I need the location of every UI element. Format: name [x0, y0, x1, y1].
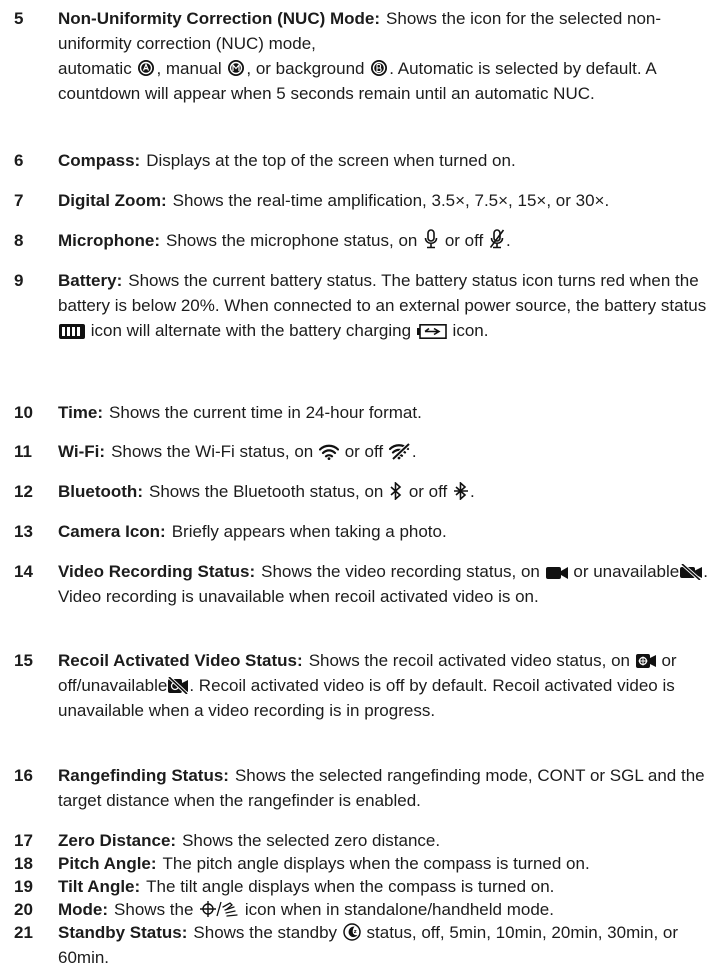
- item-term: Battery:: [58, 271, 123, 290]
- item-description: Mode: Shows the icon when in standalone/h…: [58, 897, 722, 922]
- item-description: Battery: Shows the current battery status…: [58, 268, 722, 343]
- item-description: Pitch Angle: The pitch angle displays whe…: [58, 851, 722, 876]
- item-number: 13: [14, 522, 33, 541]
- manual-page: 5 Non-Uniformity Correction (NUC) Mode: S…: [0, 0, 728, 980]
- item-text: The tilt angle displays when the compass…: [146, 877, 555, 896]
- item-term: Non-Uniformity Correction (NUC) Mode:: [58, 9, 381, 28]
- item-description: Compass: Displays at the top of the scree…: [58, 148, 722, 173]
- bluetooth-on-icon: [390, 482, 402, 500]
- item-term: Zero Distance:: [58, 831, 177, 850]
- item-number: 19: [14, 877, 33, 896]
- item-term: Pitch Angle:: [58, 854, 157, 873]
- nuc-automatic-icon: [138, 60, 155, 76]
- item-description: Wi-Fi: Shows the Wi-Fi status, on or off …: [58, 439, 722, 464]
- item-description: Digital Zoom: Shows the real-time amplifi…: [58, 188, 722, 213]
- item-term: Recoil Activated Video Status:: [58, 651, 303, 670]
- video-camera-icon: [545, 567, 568, 579]
- item-text: Shows the Bluetooth status, on: [148, 482, 384, 501]
- item-number: 5: [14, 9, 24, 28]
- video-camera-off-icon: [680, 564, 703, 580]
- item-description: Time: Shows the current time in 24-hour f…: [58, 400, 722, 425]
- item-number: 6: [14, 151, 24, 170]
- microphone-off-icon: [489, 229, 505, 249]
- item-text: Displays at the top of the screen when t…: [146, 151, 516, 170]
- wifi-off-icon: [388, 443, 411, 460]
- item-number: 17: [14, 831, 33, 850]
- battery-charging-icon: [416, 324, 447, 339]
- item-description: Recoil Activated Video Status: Shows the …: [58, 648, 722, 723]
- item-text: .: [506, 231, 511, 250]
- item-text: or unavailable: [573, 562, 680, 581]
- item-number: 9: [14, 271, 24, 290]
- item-number: 8: [14, 231, 24, 250]
- item-term: Compass:: [58, 151, 141, 170]
- item-description: Standby Status: Shows the standby z statu…: [58, 920, 722, 970]
- recoil-video-off-icon: [168, 677, 189, 694]
- item-text: .: [411, 442, 417, 461]
- item-text: , manual: [156, 59, 222, 78]
- item-description: Microphone: Shows the microphone status, …: [58, 228, 722, 253]
- item-text: The pitch angle displays when the compas…: [162, 854, 590, 873]
- item-term: Digital Zoom:: [58, 191, 167, 210]
- item-text: Shows the selected zero distance.: [182, 831, 441, 850]
- item-text: icon.: [452, 321, 489, 340]
- item-text: Shows the current battery status. The ba…: [58, 271, 707, 315]
- standalone-handheld-mode-icon: [200, 901, 238, 917]
- item-text: Shows the standby: [193, 923, 338, 942]
- item-term: Wi-Fi:: [58, 442, 106, 461]
- item-number: 18: [14, 854, 33, 873]
- item-description: Zero Distance: Shows the selected zero di…: [58, 828, 722, 853]
- item-term: Bluetooth:: [58, 482, 143, 501]
- item-number: 20: [14, 900, 33, 919]
- item-description: Video Recording Status: Shows the video r…: [58, 559, 722, 609]
- item-text: or off: [408, 482, 448, 501]
- item-description: Rangefinding Status: Shows the selected r…: [58, 763, 722, 813]
- item-text: Shows the microphone status, on: [166, 231, 418, 250]
- svg-text:z: z: [354, 929, 357, 935]
- item-number: 11: [14, 442, 32, 461]
- bluetooth-off-icon: [454, 482, 468, 500]
- item-term: Rangefinding Status:: [58, 766, 229, 785]
- wifi-on-icon: [318, 444, 339, 460]
- microphone-on-icon: [424, 229, 438, 249]
- standby-icon: z: [343, 923, 361, 941]
- item-text: or off: [444, 231, 484, 250]
- item-text: automatic: [58, 59, 132, 78]
- item-text: Briefly appears when taking a photo.: [171, 522, 447, 541]
- item-text: , or background: [246, 59, 365, 78]
- item-text: Shows the real-time amplification, 3.5×,…: [172, 191, 610, 210]
- item-description: Non-Uniformity Correction (NUC) Mode: Sho…: [58, 6, 722, 106]
- item-term: Time:: [58, 403, 104, 422]
- item-number: 14: [14, 562, 33, 581]
- item-text: Shows the recoil activated video status,…: [308, 651, 630, 670]
- item-text: Shows the current time in 24-hour format…: [109, 403, 422, 422]
- item-text: Shows the: [114, 900, 194, 919]
- item-description: Tilt Angle: The tilt angle displays when …: [58, 874, 722, 899]
- battery-full-icon: [59, 324, 85, 339]
- nuc-background-icon: [371, 60, 388, 76]
- item-text: icon when in standalone/handheld mode.: [244, 900, 554, 919]
- item-description: Camera Icon: Briefly appears when taking …: [58, 519, 722, 544]
- item-term: Microphone:: [58, 231, 160, 250]
- item-description: Bluetooth: Shows the Bluetooth status, on…: [58, 479, 722, 504]
- item-text: or off: [344, 442, 384, 461]
- item-term: Standby Status:: [58, 923, 188, 942]
- item-term: Tilt Angle:: [58, 877, 141, 896]
- nuc-manual-icon: [228, 60, 245, 76]
- item-number: 21: [14, 923, 33, 942]
- item-term: Camera Icon:: [58, 522, 166, 541]
- item-number: 16: [14, 766, 33, 785]
- item-number: 10: [14, 403, 33, 422]
- item-term: Video Recording Status:: [58, 562, 256, 581]
- item-number: 12: [14, 482, 33, 501]
- item-text: Shows the video recording status, on: [261, 562, 540, 581]
- recoil-video-icon: [635, 654, 656, 668]
- item-number: 7: [14, 191, 24, 210]
- item-term: Mode:: [58, 900, 109, 919]
- item-number: 15: [14, 651, 33, 670]
- item-text: icon will alternate with the battery cha…: [90, 321, 412, 340]
- item-text: Shows the Wi-Fi status, on: [111, 442, 314, 461]
- item-text: .: [470, 482, 475, 501]
